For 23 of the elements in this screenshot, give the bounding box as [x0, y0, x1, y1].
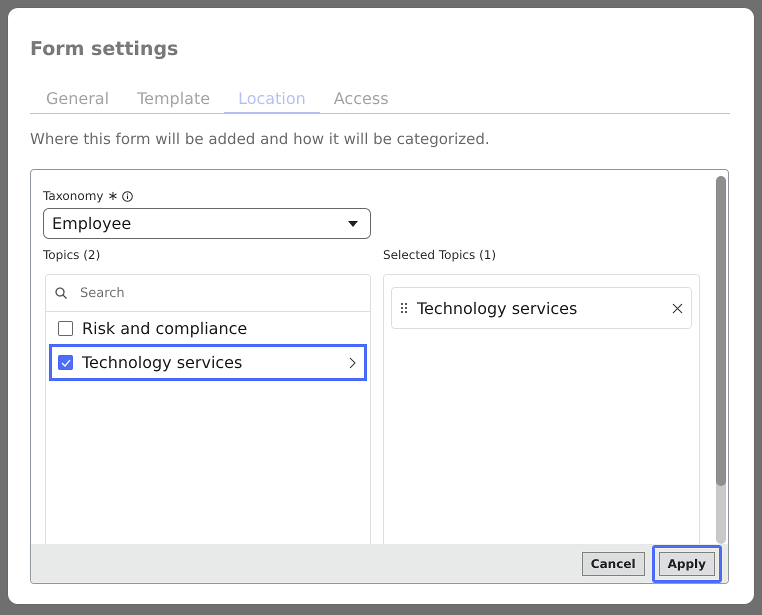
drag-handle-icon [401, 303, 407, 313]
scrollbar-thumb[interactable] [716, 176, 726, 486]
search-icon [55, 287, 67, 299]
button[interactable]: Apply [652, 544, 722, 582]
chevron-right-icon [349, 356, 356, 368]
section-label: Selected Topics (1) [383, 248, 498, 264]
check-icon [60, 358, 70, 366]
search-field[interactable]: Search [78, 284, 332, 302]
field-label: Taxonomy [43, 189, 104, 203]
selected-topic-chip[interactable]: Technology services [391, 287, 692, 329]
dialog-title: Form settings [30, 38, 180, 62]
taxonomy-dropdown[interactable]: Employee [43, 208, 371, 239]
scrollbar[interactable] [716, 176, 726, 544]
topic-item[interactable]: Technology services [49, 344, 367, 381]
info-icon [122, 190, 134, 202]
description-text: Where this form will be added and how it will be categorized. [30, 130, 491, 150]
checkbox[interactable] [58, 355, 73, 370]
checkbox[interactable] [58, 320, 73, 336]
close-icon [672, 302, 683, 314]
section-label: Topics (2) [43, 248, 102, 264]
required-mark: ∗ [108, 188, 118, 204]
dropdown-caret-icon [348, 220, 358, 226]
topic-item[interactable]: Risk and compliance [49, 312, 367, 344]
